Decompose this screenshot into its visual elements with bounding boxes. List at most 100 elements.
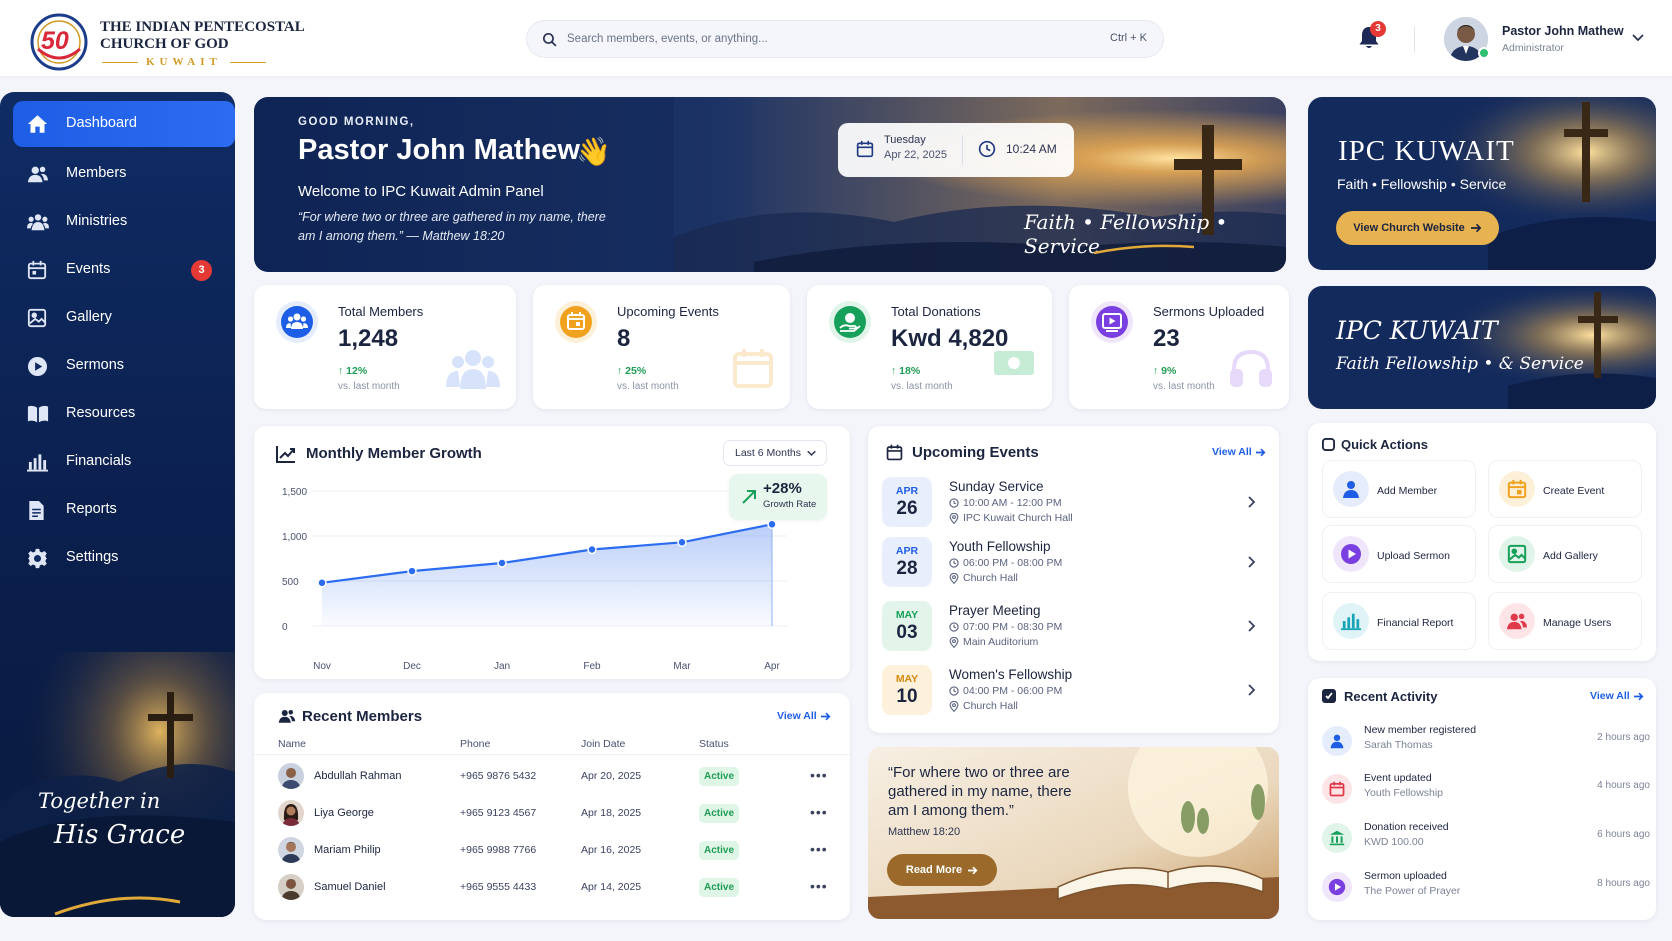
stat-value: 8 <box>617 325 631 352</box>
chevron-down-icon[interactable] <box>1632 33 1644 43</box>
stat-card-upcoming-events[interactable]: Upcoming Events 8 ↑ 25% vs. last month <box>533 285 790 409</box>
column-header-join-date: Join Date <box>581 738 626 750</box>
members-view-all-link[interactable]: View All <box>777 710 831 722</box>
event-location: Church Hall <box>949 700 1018 712</box>
status-badge: Active <box>699 841 739 860</box>
org-name-line2: CHURCH OF GOD <box>100 36 229 52</box>
table-row[interactable]: Abdullah Rahman +965 9876 5432 Apr 20, 2… <box>254 759 827 795</box>
row-more-button[interactable]: ••• <box>810 841 828 857</box>
event-name: Women's Fellowship <box>949 667 1073 682</box>
location-pin-icon <box>949 512 959 524</box>
stat-card-total-donations[interactable]: Total Donations Kwd 4,820 ↑ 18% vs. last… <box>807 285 1052 409</box>
location-pin-icon <box>949 700 959 712</box>
column-header-name: Name <box>278 738 307 750</box>
logo-number: 50 <box>41 27 69 55</box>
stat-value: Kwd 4,820 <box>891 325 1009 352</box>
activity-title: Event updated <box>1364 772 1432 784</box>
activity-item[interactable]: Sermon uploaded The Power of Prayer 8 ho… <box>1320 866 1650 910</box>
recent-members-title: Recent Members <box>302 708 423 725</box>
member-avatar <box>278 763 304 789</box>
event-time: 06:00 PM - 08:00 PM <box>949 557 1062 569</box>
activity-item[interactable]: Event updated Youth Fellowship 4 hours a… <box>1320 768 1650 812</box>
event-name: Youth Fellowship <box>949 539 1051 554</box>
event-item[interactable]: MAY 10 Women's Fellowship 04:00 PM - 06:… <box>882 665 1256 721</box>
events-count-badge: 3 <box>191 260 212 281</box>
event-item[interactable]: MAY 03 Prayer Meeting 07:00 PM - 08:30 P… <box>882 601 1256 657</box>
table-row[interactable]: Samuel Daniel +965 9555 4433 Apr 14, 202… <box>254 870 827 906</box>
activity-item[interactable]: New member registered Sarah Thomas 2 hou… <box>1320 720 1650 764</box>
chevron-right-icon[interactable] <box>1248 620 1256 632</box>
member-name: Samuel Daniel <box>314 881 386 893</box>
range-select[interactable]: Last 6 Months <box>723 440 827 466</box>
event-day: 10 <box>896 686 918 707</box>
member-phone: +965 9123 4567 <box>460 807 537 819</box>
row-more-button[interactable]: ••• <box>810 878 828 894</box>
image-icon <box>27 308 47 328</box>
stat-card-total-members[interactable]: Total Members 1,248 ↑ 12% vs. last month <box>254 285 516 409</box>
sidebar-item-ministries[interactable]: Ministries <box>13 199 235 245</box>
chevron-right-icon[interactable] <box>1248 684 1256 696</box>
row-more-button[interactable]: ••• <box>810 767 828 783</box>
document-icon <box>29 500 44 521</box>
quick-action-upload-sermon[interactable]: Upload Sermon <box>1322 525 1476 583</box>
member-phone: +965 9555 4433 <box>460 881 537 893</box>
arrow-right-icon <box>820 712 831 720</box>
sidebar-item-gallery[interactable]: Gallery <box>13 295 235 341</box>
greeting-label: GOOD MORNING, <box>298 116 415 128</box>
sidebar-item-members[interactable]: Members <box>13 151 235 197</box>
activity-view-all-link[interactable]: View All <box>1590 690 1644 702</box>
location-pin-icon <box>949 636 959 648</box>
activity-subtitle: Youth Fellowship <box>1364 787 1443 799</box>
x-tick-label: Apr <box>764 661 780 672</box>
stat-card-sermons-uploaded[interactable]: Sermons Uploaded 23 ↑ 9% vs. last month <box>1069 285 1289 409</box>
church-logo[interactable]: 50 <box>30 13 88 71</box>
sidebar-item-resources[interactable]: Resources <box>13 391 235 437</box>
table-row[interactable]: Liya George +965 9123 4567 Apr 18, 2025 … <box>254 796 827 832</box>
calendar-icon <box>856 140 874 158</box>
events-view-all-link[interactable]: View All <box>1212 446 1266 458</box>
user-name[interactable]: Pastor John Mathew <box>1502 24 1624 38</box>
growth-rate-badge: +28% Growth Rate <box>729 474 827 520</box>
activity-item[interactable]: Donation received KWD 100.00 6 hours ago <box>1320 817 1650 861</box>
event-item[interactable]: APR 26 Sunday Service 10:00 AM - 12:00 P… <box>882 477 1256 533</box>
stat-change-value: 25% <box>625 365 647 377</box>
sidebar-item-sermons[interactable]: Sermons <box>13 343 235 389</box>
calendar-icon <box>27 260 47 280</box>
quick-action-add-member[interactable]: Add Member <box>1322 460 1476 518</box>
clock-icon <box>978 140 996 158</box>
recent-activity-title: Recent Activity <box>1344 689 1438 704</box>
sidebar-item-label: Members <box>66 165 127 181</box>
row-more-button[interactable]: ••• <box>810 804 828 820</box>
quick-action-label: Create Event <box>1543 485 1605 497</box>
sidebar-item-reports[interactable]: Reports <box>13 487 235 533</box>
search-bar[interactable]: Ctrl + K <box>526 20 1164 58</box>
add-member-icon <box>1333 471 1369 507</box>
view-church-website-button[interactable]: View Church Website <box>1336 211 1499 245</box>
bar-chart-icon <box>27 454 48 472</box>
event-day: 28 <box>896 558 918 579</box>
chevron-right-icon[interactable] <box>1248 556 1256 568</box>
sidebar-item-label: Resources <box>66 405 136 421</box>
event-item[interactable]: APR 28 Youth Fellowship 06:00 PM - 08:00… <box>882 537 1256 593</box>
sidebar-item-financials[interactable]: Financials <box>13 439 235 485</box>
verse-reference: Matthew 18:20 <box>888 826 961 838</box>
data-point <box>317 578 327 588</box>
button-label: View Church Website <box>1353 222 1465 234</box>
read-more-button[interactable]: Read More <box>887 854 997 886</box>
sidebar-item-dashboard[interactable]: Dashboard <box>13 101 235 147</box>
quick-action-manage-users[interactable]: Manage Users <box>1488 592 1642 650</box>
sidebar-item-label: Financials <box>66 453 132 469</box>
quick-action-create-event[interactable]: Create Event <box>1488 460 1642 518</box>
welcome-text: Welcome to IPC Kuwait Admin Panel <box>298 183 544 200</box>
member-name: Mariam Philip <box>314 844 381 856</box>
growth-rate-label: Growth Rate <box>763 499 817 510</box>
table-row[interactable]: Mariam Philip +965 9988 7766 Apr 16, 202… <box>254 833 827 869</box>
sidebar-item-settings[interactable]: Settings <box>13 535 235 581</box>
stat-title: Total Members <box>338 304 424 319</box>
search-input[interactable] <box>567 30 1047 48</box>
quick-action-label: Add Member <box>1377 485 1438 497</box>
quick-action-add-gallery[interactable]: Add Gallery <box>1488 525 1642 583</box>
quick-action-financial-report[interactable]: Financial Report <box>1322 592 1476 650</box>
sidebar-item-events[interactable]: Events 3 <box>13 247 235 293</box>
chevron-right-icon[interactable] <box>1248 496 1256 508</box>
